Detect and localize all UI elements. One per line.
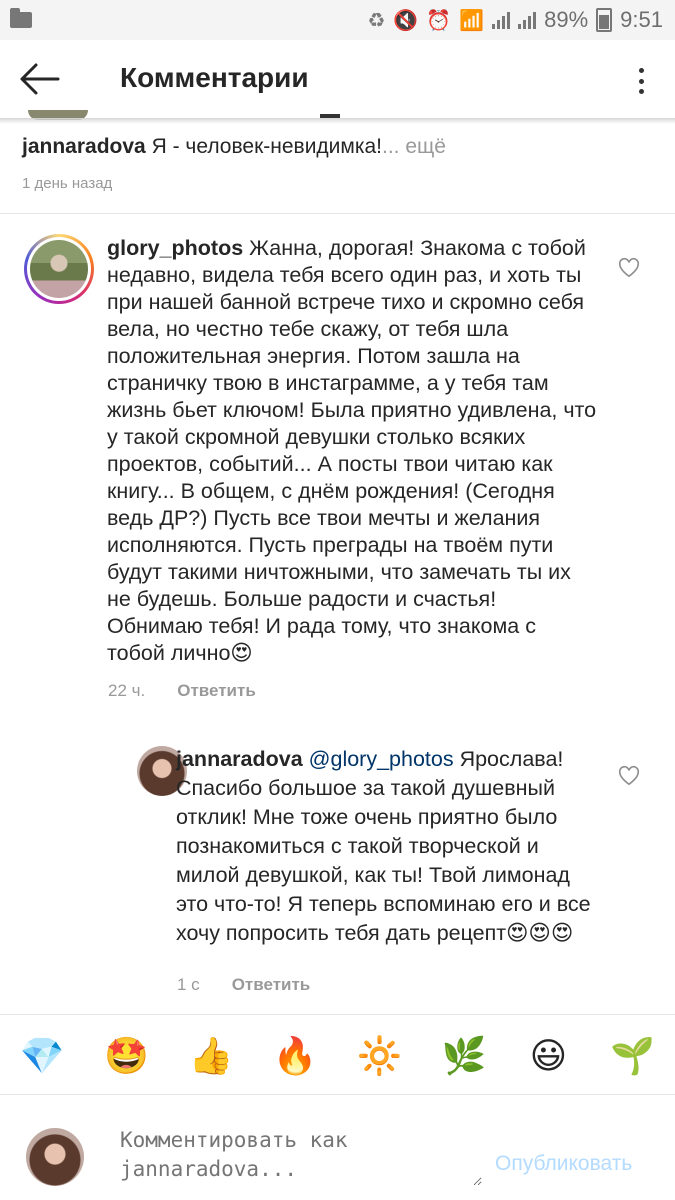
emoji-divider-top [0, 1014, 675, 1015]
more-link[interactable]: ... ещё [382, 135, 446, 158]
publish-button[interactable]: Опубликовать [495, 1152, 632, 1176]
signal-2-icon [518, 11, 537, 29]
emoji-quick-bar: 💎 🤩 👍 🔥 🔆 🌿 😃 🌱 [0, 1022, 675, 1092]
reply-text-block: jannaradova @glory_photos Ярослава! Спас… [176, 745, 606, 948]
thumbs-up-emoji-button[interactable]: 👍 [187, 1037, 235, 1077]
reply-meta: 1 с Ответить [177, 975, 310, 995]
reply-reply-button[interactable]: Ответить [232, 975, 311, 995]
comment-text: Жанна, дорогая! Знакома с тобой недавно,… [107, 236, 597, 665]
herb-emoji-button[interactable]: 🌿 [440, 1037, 488, 1077]
status-bar: ♻ 🔇 ⏰ 📶 89% 9:51 [0, 0, 675, 40]
app-header: Комментарии [0, 40, 675, 118]
mute-icon: 🔇 [393, 9, 419, 32]
signal-icon [492, 11, 511, 29]
reply-text: Ярослава! Спасибо большое за такой душев… [176, 747, 591, 945]
battery-icon [596, 8, 613, 32]
recycle-icon: ♻ [367, 9, 386, 32]
caption-time: 1 день назад [22, 175, 113, 192]
caption-text: Я - человек-невидимка! [151, 135, 383, 158]
fire-emoji-button[interactable]: 🔥 [271, 1037, 319, 1077]
alarm-icon: ⏰ [426, 9, 452, 32]
header-shadow [0, 118, 675, 124]
composer-avatar [26, 1128, 84, 1186]
wifi-icon: 📶 [459, 9, 485, 32]
more-options-icon[interactable] [637, 68, 645, 94]
divider [0, 213, 675, 214]
star-struck-emoji-button[interactable]: 🤩 [103, 1037, 151, 1077]
reply-button[interactable]: Ответить [177, 681, 256, 701]
page-title: Комментарии [120, 62, 309, 93]
emoji-divider-bottom [0, 1094, 675, 1095]
comment-meta: 22 ч. Ответить [108, 681, 256, 701]
comment-text-block: glory_photos Жанна, дорогая! Знакома с т… [107, 235, 597, 667]
gem-emoji-button[interactable]: 💎 [18, 1037, 66, 1077]
folder-icon [10, 8, 32, 28]
comment-input[interactable] [118, 1124, 482, 1186]
seedling-emoji-button[interactable]: 🌱 [609, 1037, 657, 1077]
reply-mention[interactable]: @glory_photos [309, 747, 454, 771]
caption-comment: jannaradova Я - человек-невидимка!... ещ… [22, 135, 446, 159]
clock: 9:51 [620, 7, 663, 32]
reply-username[interactable]: jannaradova [176, 747, 303, 771]
battery-percent: 89% [544, 7, 589, 32]
comment-username[interactable]: glory_photos [107, 236, 243, 260]
like-heart-icon[interactable] [618, 257, 640, 279]
sun-emoji-button[interactable]: 🔆 [356, 1037, 404, 1077]
comment-time: 22 ч. [108, 681, 146, 700]
reply-time: 1 с [177, 975, 200, 994]
back-arrow-icon[interactable] [18, 62, 62, 96]
smile-emoji-button[interactable]: 😃 [524, 1037, 572, 1077]
caption-username[interactable]: jannaradova [22, 135, 146, 158]
reply-like-heart-icon[interactable] [618, 765, 640, 787]
avatar[interactable] [24, 234, 94, 304]
